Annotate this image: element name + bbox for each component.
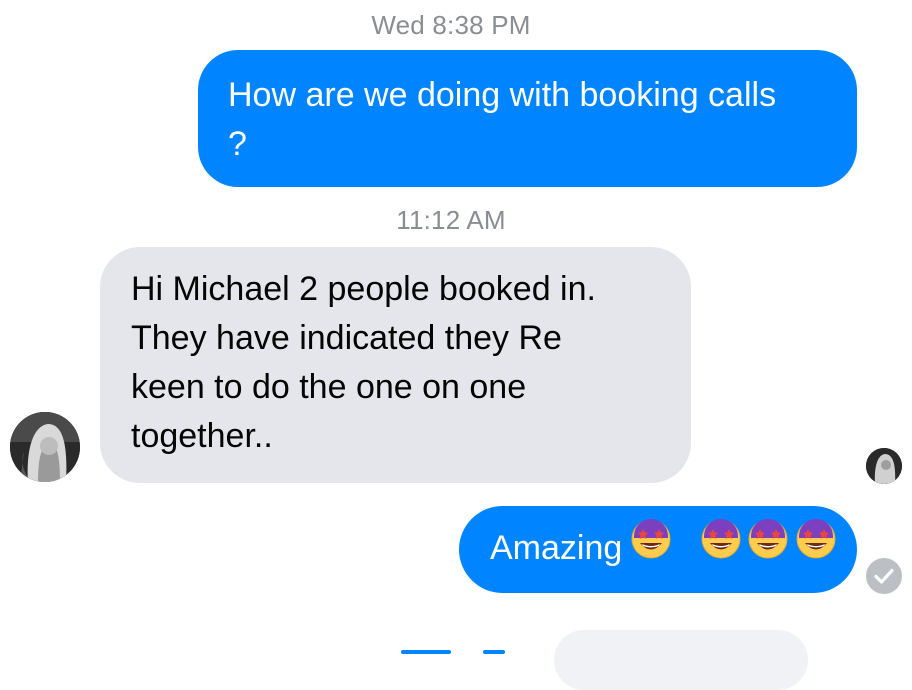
star-struck-emoji-icon (700, 518, 742, 574)
seen-photo (866, 448, 902, 484)
timestamp: Wed 8:38 PM (371, 10, 531, 40)
star-struck-emoji-icon (747, 518, 789, 574)
message-line: ? (228, 125, 247, 163)
timestamp: 11:12 AM (396, 205, 506, 235)
message-line: together.. (131, 417, 273, 455)
emoji-group (630, 518, 836, 574)
delivered-check-icon (866, 558, 902, 594)
message-line: They have indicated they Re (131, 319, 562, 357)
incoming-message-bubble[interactable]: Hi Michael 2 people booked in. They have… (100, 247, 691, 483)
outgoing-message-bubble[interactable]: Amazing (459, 506, 857, 593)
star-struck-emoji-icon (630, 518, 672, 574)
message-text: Amazing (490, 529, 623, 567)
outgoing-message-bubble[interactable]: How are we doing with booking calls ? (198, 50, 857, 187)
star-struck-emoji-icon (795, 518, 837, 574)
seen-avatar (866, 448, 902, 484)
contact-photo (10, 412, 80, 482)
contact-avatar[interactable] (10, 412, 80, 482)
incoming-message-bubble-partial[interactable] (554, 630, 808, 690)
message-line: keen to do the one on one (131, 368, 527, 406)
partial-content (483, 650, 505, 654)
partial-content (401, 650, 451, 654)
message-line: Hi Michael 2 people booked in. (131, 270, 596, 308)
message-line: How are we doing with booking calls (228, 76, 777, 114)
